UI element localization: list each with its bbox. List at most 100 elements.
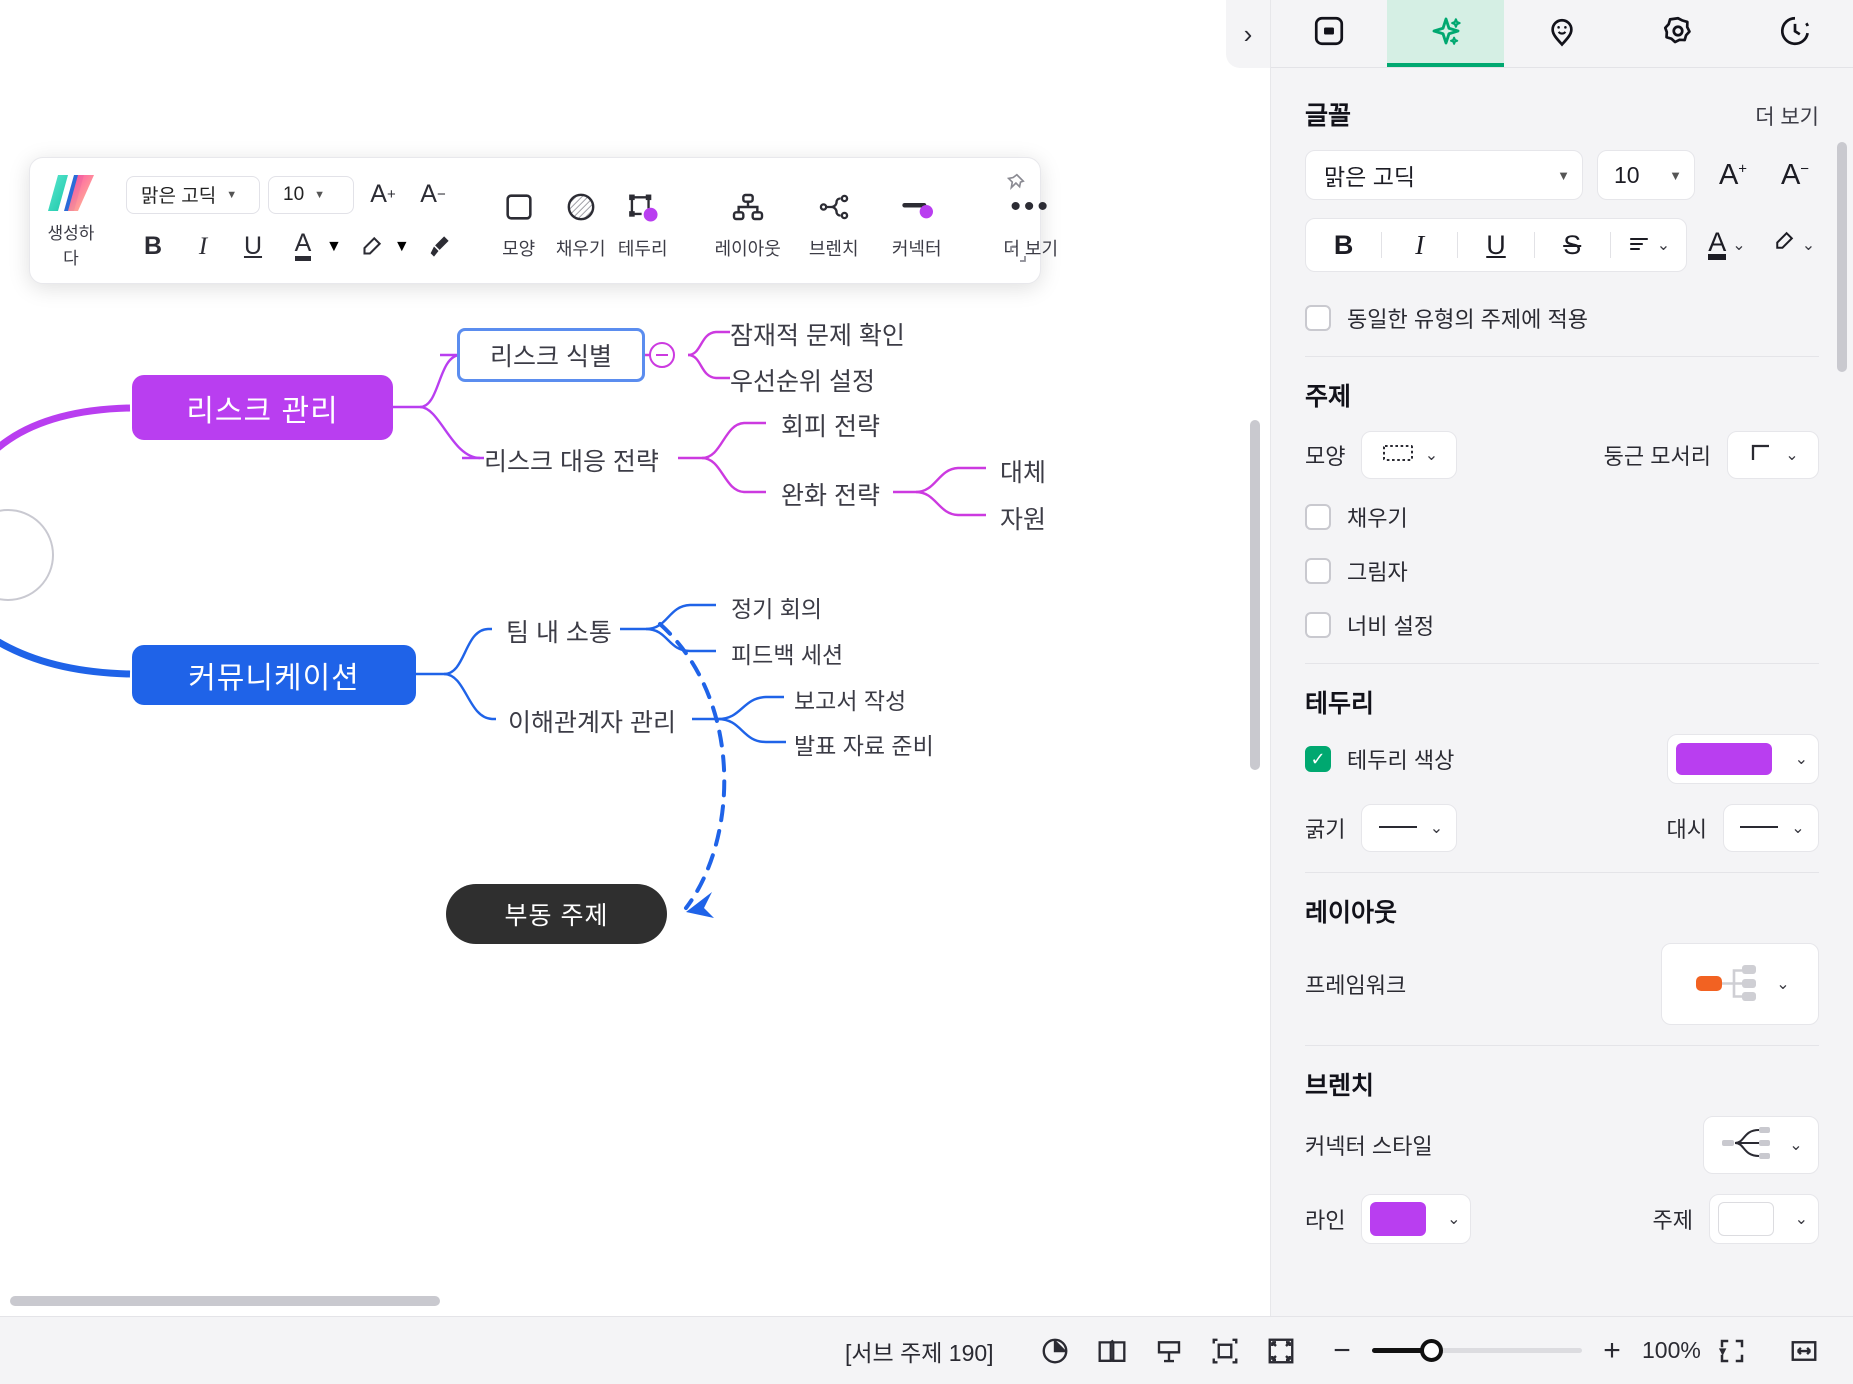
font-family-select[interactable]: 맑은 고딕 ▼ (126, 175, 260, 214)
panel-bold-button[interactable]: B (1306, 230, 1381, 261)
shape-tool-label: 모양 (502, 238, 536, 259)
font-size-select[interactable]: 10 ▼ (268, 175, 354, 214)
shadow-row[interactable]: 그림자 (1305, 555, 1819, 587)
canvas-vertical-scrollbar[interactable] (1250, 420, 1260, 770)
panel-increase-font-button[interactable]: A+ (1709, 159, 1757, 192)
branch-topic-color-select[interactable]: ⌄ (1709, 1194, 1819, 1244)
branch-icon (817, 181, 851, 233)
apply-same-type-checkbox[interactable] (1305, 305, 1331, 331)
node-priority[interactable]: 우선순위 설정 (730, 362, 875, 398)
chevron-down-icon: ⌄ (1447, 1211, 1461, 1228)
node-potential-issue[interactable]: 잠재적 문제 확인 (730, 316, 905, 352)
panel-vertical-scrollbar[interactable] (1837, 142, 1847, 1282)
canvas-horizontal-scrollbar[interactable] (10, 1296, 440, 1306)
shape-select[interactable]: ⌄ (1361, 431, 1458, 479)
node-risk-identify[interactable]: 리스크 식별 (457, 328, 645, 382)
history-tab[interactable] (1737, 0, 1853, 67)
node-stakeholder[interactable]: 이해관계자 관리 (508, 703, 676, 739)
panel-italic-button[interactable]: I (1382, 230, 1457, 261)
width-checkbox[interactable] (1305, 612, 1331, 638)
thickness-select[interactable]: ⌄ (1361, 804, 1458, 852)
panel-underline-button[interactable]: U (1458, 230, 1533, 261)
branch-tool[interactable]: 브렌치 (794, 158, 874, 283)
bold-button[interactable]: B (132, 226, 174, 268)
fill-checkbox[interactable] (1305, 504, 1331, 530)
node-feedback-session[interactable]: 피드백 세션 (731, 636, 843, 670)
text-color-icon: A (1708, 228, 1727, 261)
fit-screen-icon[interactable] (1210, 1336, 1240, 1366)
panel-font-size-select[interactable]: 10 ▼ (1597, 150, 1695, 200)
ai-tab[interactable] (1387, 0, 1505, 67)
decrease-font-size-button[interactable]: A − (412, 174, 454, 216)
border-color-checkbox[interactable]: ✓ (1305, 746, 1331, 772)
node-risk-management[interactable]: 리스크 관리 (132, 375, 393, 440)
zoom-out-button[interactable]: − (1330, 1334, 1354, 1368)
mouse-mode-icon[interactable] (1040, 1336, 1070, 1366)
node-team-comm[interactable]: 팀 내 소통 (506, 613, 612, 649)
sticker-tab[interactable] (1504, 0, 1620, 67)
apply-same-type-row[interactable]: 동일한 유형의 주제에 적용 (1305, 302, 1819, 334)
zoom-slider-knob[interactable] (1420, 1339, 1443, 1362)
underline-button[interactable]: U (232, 226, 274, 268)
collapse-corner-icon[interactable] (1008, 244, 1028, 269)
italic-button[interactable]: I (182, 226, 224, 268)
line-color-swatch (1370, 1202, 1427, 1236)
focus-brackets-icon[interactable] (1717, 1336, 1747, 1366)
width-row[interactable]: 너비 설정 (1305, 609, 1819, 641)
fit-width-icon[interactable] (1789, 1336, 1819, 1366)
collapse-toggle-icon[interactable] (649, 342, 675, 368)
node-avoid-strategy[interactable]: 회피 전략 (781, 407, 880, 443)
panel-strikethrough-button[interactable]: S (1535, 230, 1610, 261)
theme-tab[interactable] (1620, 0, 1736, 67)
pin-icon[interactable] (1004, 172, 1026, 199)
style-tab[interactable] (1271, 0, 1387, 67)
connector-tool[interactable]: 커넥터 (874, 158, 960, 283)
node-regular-meeting[interactable]: 정기 회의 (731, 590, 822, 624)
connector-style-select[interactable]: ⌄ (1703, 1116, 1819, 1174)
node-floating-topic[interactable]: 부동 주제 (446, 884, 667, 944)
shadow-checkbox[interactable] (1305, 558, 1331, 584)
fill-row[interactable]: 채우기 (1305, 501, 1819, 533)
node-report-writing[interactable]: 보고서 작성 (794, 682, 906, 716)
node-communication[interactable]: 커뮤니케이션 (132, 645, 416, 705)
node-presentation-prep[interactable]: 발표 자료 준비 (794, 727, 934, 761)
corner-select[interactable]: ⌄ (1727, 431, 1819, 479)
node-risk-response[interactable]: 리스크 대응 전략 (484, 442, 659, 478)
panel-align-button[interactable]: ⌄ (1611, 230, 1686, 261)
panel-toggle-button[interactable]: › (1226, 0, 1270, 68)
border-tool[interactable]: 테두리 (612, 158, 674, 283)
scroll-thumb[interactable] (1837, 142, 1847, 372)
border-color-select[interactable]: ⌄ (1667, 734, 1819, 784)
panel-font-family-select[interactable]: 맑은 고딕 ▼ (1305, 150, 1583, 200)
panel-decrease-font-button[interactable]: A− (1771, 159, 1819, 192)
shape-tool[interactable]: 모양 (488, 158, 550, 283)
layout-tool[interactable]: 레이아웃 (702, 158, 794, 283)
framework-select[interactable]: ⌄ (1661, 943, 1819, 1025)
node-alternative[interactable]: 대체 (1000, 453, 1046, 489)
chevron-down-icon[interactable]: ▼ (326, 238, 342, 256)
node-resource[interactable]: 자원 (1000, 500, 1046, 536)
increase-font-size-button[interactable]: A + (362, 174, 404, 216)
panel-text-color-button[interactable]: A ⌄ (1701, 228, 1753, 261)
zoom-in-button[interactable]: + (1600, 1334, 1624, 1368)
chevron-down-icon[interactable]: ▼ (394, 238, 410, 256)
highlighter-icon[interactable] (350, 226, 392, 268)
line-color-select[interactable]: ⌄ (1361, 1194, 1472, 1244)
presentation-icon[interactable] (1154, 1336, 1184, 1366)
scroll-thumb[interactable] (1250, 420, 1260, 770)
zoom-slider[interactable] (1372, 1339, 1582, 1362)
font-color-button[interactable]: A (282, 226, 324, 268)
zoom-value-label[interactable]: 100% (1642, 1337, 1701, 1364)
panel-highlight-button[interactable]: ⌄ (1767, 229, 1819, 261)
outline-view-icon[interactable] (1096, 1336, 1128, 1366)
dash-select[interactable]: ⌄ (1723, 804, 1819, 852)
font-more-link[interactable]: 더 보기 (1755, 101, 1819, 131)
framework-label: 프레임워크 (1305, 973, 1407, 998)
format-painter-icon[interactable] (418, 226, 460, 268)
toolbar-more-group[interactable]: ••• 더 보기 (974, 158, 1088, 283)
node-mitigate-strategy[interactable]: 완화 전략 (781, 476, 880, 512)
toolbar-brand[interactable]: 생성하다 (30, 158, 112, 283)
fullscreen-icon[interactable] (1266, 1336, 1296, 1366)
fill-tool[interactable]: 채우기 (550, 158, 612, 283)
node-label: 자원 (1000, 506, 1047, 534)
